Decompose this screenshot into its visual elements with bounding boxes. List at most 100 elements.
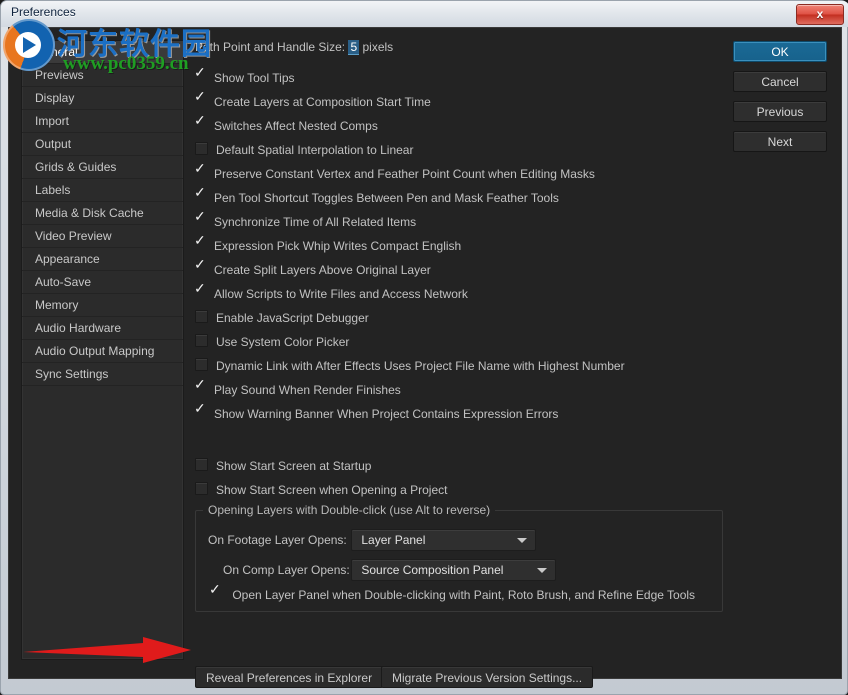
- footage-layer-label: On Footage Layer Opens:: [208, 533, 347, 547]
- ok-button[interactable]: OK: [733, 41, 827, 62]
- sidebar-item-video-preview[interactable]: Video Preview: [22, 225, 183, 248]
- sidebar-item-display[interactable]: Display: [22, 87, 183, 110]
- checkbox-row[interactable]: Show Warning Banner When Project Contain…: [194, 396, 720, 426]
- checkmark-icon: [194, 276, 206, 300]
- checkbox-label: Default Spatial Interpolation to Linear: [216, 143, 414, 157]
- preferences-window: Preferences x General Previews Display Impo…: [0, 0, 848, 695]
- close-icon: x: [816, 7, 824, 21]
- checkbox-row[interactable]: Expression Pick Whip Writes Compact Engl…: [194, 228, 720, 258]
- checkbox-row[interactable]: Show Start Screen when Opening a Project: [195, 478, 720, 502]
- checkbox-icon: [195, 142, 208, 155]
- checkbox-row[interactable]: Show Start Screen at Startup: [195, 454, 720, 478]
- close-button[interactable]: x: [796, 4, 844, 25]
- start-screen-options-list: Show Start Screen at Startup Show Start S…: [195, 454, 720, 502]
- checkmark-icon: [194, 372, 206, 396]
- checkmark-icon: [194, 252, 206, 276]
- comp-layer-row: On Comp Layer Opens: Source Composition …: [223, 559, 557, 581]
- dialog-button-column: OK Cancel Previous Next: [733, 41, 827, 161]
- checkbox-label: Expression Pick Whip Writes Compact Engl…: [214, 239, 462, 253]
- path-point-size-unit: pixels: [362, 40, 394, 54]
- sidebar-item-output[interactable]: Output: [22, 133, 183, 156]
- general-preferences-pane: Path Point and Handle Size: 5 pixels Sho…: [194, 40, 723, 660]
- checkbox-label: Synchronize Time of All Related Items: [214, 215, 417, 229]
- checkmark-icon: [194, 228, 206, 252]
- checkbox-icon: [195, 334, 208, 347]
- checkbox-label: Pen Tool Shortcut Toggles Between Pen an…: [214, 191, 559, 205]
- sidebar-item-memory[interactable]: Memory: [22, 294, 183, 317]
- footage-layer-select[interactable]: Layer Panel: [351, 529, 537, 551]
- checkbox-label: Use System Color Picker: [216, 335, 350, 349]
- preferences-dialog: General Previews Display Import Output Grids …: [8, 27, 842, 688]
- checkbox-row[interactable]: Default Spatial Interpolation to Linear: [195, 138, 720, 162]
- checkbox-icon: [195, 358, 208, 371]
- cancel-button[interactable]: Cancel: [733, 71, 827, 92]
- checkbox-icon: [209, 577, 221, 601]
- sidebar-item-media-disk-cache[interactable]: Media & Disk Cache: [22, 202, 183, 225]
- checkbox-row[interactable]: Play Sound When Render Finishes: [194, 372, 720, 402]
- checkmark-icon: [194, 180, 206, 204]
- checkbox-icon: [195, 458, 208, 471]
- comp-layer-value: Source Composition Panel: [361, 563, 504, 577]
- checkbox-label: Show Tool Tips: [214, 71, 295, 85]
- checkmark-icon: [194, 396, 206, 420]
- title-bar: Preferences x: [1, 1, 848, 27]
- migrate-settings-button[interactable]: Migrate Previous Version Settings...: [381, 666, 594, 688]
- open-layer-panel-label: Open Layer Panel when Double-clicking wi…: [232, 588, 696, 602]
- open-layer-panel-checkbox[interactable]: Open Layer Panel when Double-clicking wi…: [209, 577, 696, 607]
- checkbox-row[interactable]: Use System Color Picker: [195, 330, 720, 354]
- checkbox-label: Show Start Screen when Opening a Project: [216, 483, 448, 497]
- opening-layers-legend: Opening Layers with Double-click (use Al…: [203, 503, 496, 517]
- sidebar-item-labels[interactable]: Labels: [22, 179, 183, 202]
- reveal-preferences-button[interactable]: Reveal Preferences in Explorer: [195, 666, 384, 688]
- category-sidebar[interactable]: General Previews Display Import Output Grids …: [21, 40, 184, 660]
- checkbox-row[interactable]: Dynamic Link with After Effects Uses Pro…: [195, 354, 720, 378]
- previous-button[interactable]: Previous: [733, 101, 827, 122]
- path-point-size-input[interactable]: 5: [348, 40, 360, 55]
- footage-layer-value: Layer Panel: [361, 533, 426, 547]
- checkbox-label: Allow Scripts to Write Files and Access …: [214, 287, 468, 301]
- next-button[interactable]: Next: [733, 131, 827, 152]
- general-options-list: Show Tool Tips Create Layers at Compositi…: [194, 60, 720, 426]
- sidebar-item-previews[interactable]: Previews: [22, 64, 183, 87]
- checkbox-icon: [195, 310, 208, 323]
- checkmark-icon: [194, 156, 206, 180]
- sidebar-item-grids-guides[interactable]: Grids & Guides: [22, 156, 183, 179]
- checkbox-label: Play Sound When Render Finishes: [214, 383, 401, 397]
- window-title: Preferences: [11, 5, 76, 19]
- chevron-down-icon: [517, 538, 528, 543]
- sidebar-item-audio-output-mapping[interactable]: Audio Output Mapping: [22, 340, 183, 363]
- checkbox-label: Show Warning Banner When Project Contain…: [214, 407, 559, 421]
- checkbox-row[interactable]: Preserve Constant Vertex and Feather Poi…: [194, 156, 720, 186]
- opening-layers-group: Opening Layers with Double-click (use Al…: [195, 503, 723, 612]
- sidebar-item-audio-hardware[interactable]: Audio Hardware: [22, 317, 183, 340]
- path-point-size-label: Path Point and Handle Size:: [195, 40, 346, 54]
- path-point-size-row: Path Point and Handle Size: 5 pixels: [195, 40, 720, 61]
- checkbox-row[interactable]: Synchronize Time of All Related Items: [194, 204, 720, 234]
- checkbox-row[interactable]: Create Layers at Composition Start Time: [194, 84, 720, 114]
- checkbox-row[interactable]: Switches Affect Nested Comps: [194, 108, 720, 138]
- checkbox-label: Enable JavaScript Debugger: [216, 311, 369, 325]
- comp-layer-select[interactable]: Source Composition Panel: [351, 559, 557, 581]
- checkbox-label: Create Split Layers Above Original Layer: [214, 263, 431, 277]
- sidebar-item-general[interactable]: General: [22, 41, 183, 64]
- chevron-down-icon: [537, 568, 548, 573]
- bottom-button-row: Reveal Preferences in Explorer Migrate P…: [195, 666, 795, 690]
- checkbox-row[interactable]: Show Tool Tips: [194, 60, 720, 90]
- checkbox-label: Preserve Constant Vertex and Feather Poi…: [214, 167, 595, 181]
- checkbox-label: Create Layers at Composition Start Time: [214, 95, 431, 109]
- checkbox-row[interactable]: Create Split Layers Above Original Layer: [194, 252, 720, 282]
- comp-layer-label: On Comp Layer Opens:: [223, 563, 350, 577]
- checkbox-row[interactable]: Pen Tool Shortcut Toggles Between Pen an…: [194, 180, 720, 210]
- checkbox-label: Show Start Screen at Startup: [216, 459, 372, 473]
- sidebar-item-appearance[interactable]: Appearance: [22, 248, 183, 271]
- sidebar-item-import[interactable]: Import: [22, 110, 183, 133]
- checkbox-row[interactable]: Allow Scripts to Write Files and Access …: [194, 276, 720, 306]
- sidebar-item-auto-save[interactable]: Auto-Save: [22, 271, 183, 294]
- checkbox-row[interactable]: Enable JavaScript Debugger: [195, 306, 720, 330]
- footage-layer-row: On Footage Layer Opens: Layer Panel: [208, 529, 537, 551]
- checkmark-icon: [194, 108, 206, 132]
- sidebar-item-sync-settings[interactable]: Sync Settings: [22, 363, 183, 386]
- checkbox-icon: [195, 482, 208, 495]
- checkmark-icon: [194, 204, 206, 228]
